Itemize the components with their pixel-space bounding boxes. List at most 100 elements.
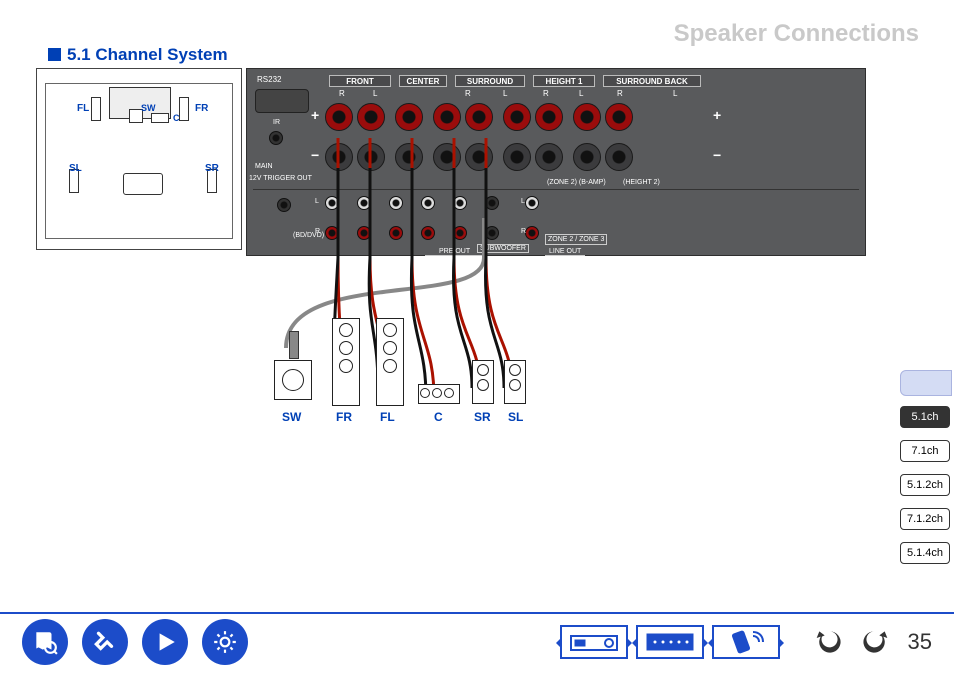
panel-rca-l2 <box>357 196 371 210</box>
settings-icon <box>212 629 238 655</box>
nav-undo-button[interactable] <box>814 626 846 658</box>
panel-label-l1: L <box>315 198 319 205</box>
panel-rca-z-l <box>525 196 539 210</box>
room-label-sr: SR <box>205 163 219 174</box>
panel-rs232-port <box>255 89 309 113</box>
speaker-sr <box>472 360 494 404</box>
panel-ir-jack <box>269 131 283 145</box>
spk-label-fr: FR <box>336 410 352 424</box>
jack-sb-r-neg <box>573 143 601 171</box>
spk-label-c: C <box>434 410 443 424</box>
speaker-fr <box>332 318 360 406</box>
polarity-plus-top-r: + <box>713 107 721 123</box>
section-title: 5.1 Channel System <box>48 45 228 65</box>
room-label-fl: FL <box>77 103 89 114</box>
room-label-sw: SW <box>141 103 156 113</box>
nav-redo-button[interactable] <box>858 626 890 658</box>
panel-rca-trigger <box>277 198 291 212</box>
speaker-sw <box>274 360 312 400</box>
tab-7-1ch[interactable]: 7.1ch <box>900 440 950 462</box>
polarity-minus-bottom: − <box>311 147 319 163</box>
tab-5-1ch[interactable]: 5.1ch <box>900 406 950 428</box>
spk-label-fl: FL <box>380 410 395 424</box>
panel-group-front: FRONT <box>329 75 391 87</box>
jack-sb-r-pos <box>573 103 601 131</box>
panel-label-zr: R <box>521 228 526 235</box>
panel-label-lineout: LINE OUT <box>545 248 585 256</box>
jack-h1-l-pos <box>535 103 563 131</box>
panel-rca-z-r <box>525 226 539 240</box>
panel-rca-r1 <box>325 226 339 240</box>
panel-rca-sw1 <box>485 196 499 210</box>
room-sofa <box>123 173 163 195</box>
panel-group-center: CENTER <box>399 75 447 87</box>
panel-rca-l1 <box>325 196 339 210</box>
jack-h1-r-neg <box>503 143 531 171</box>
panel-jack-row-negative <box>325 143 637 176</box>
panel-rca-r4 <box>421 226 435 240</box>
page-number: 35 <box>908 629 932 655</box>
speaker-c <box>418 384 460 404</box>
room-center-speaker <box>151 113 169 123</box>
channel-config-tabs: 5.1ch 7.1ch 5.1.2ch 7.1.2ch 5.1.4ch <box>900 370 954 576</box>
panel-label-zone2-preamp: (ZONE 2) (B-AMP) <box>547 179 606 186</box>
room-speaker-fl <box>91 97 101 121</box>
panel-label-rs232: RS232 <box>257 75 281 84</box>
remote-icon <box>721 630 771 654</box>
polarity-plus-top: + <box>311 107 319 123</box>
panel-label-r1: R <box>315 228 320 235</box>
panel-rca-r5 <box>453 226 467 240</box>
nav-device-front-button[interactable] <box>560 625 628 659</box>
page-header-title: Speaker Connections <box>674 20 919 48</box>
nav-settings-button[interactable] <box>202 619 248 665</box>
nav-cables-button[interactable] <box>82 619 128 665</box>
tab-7-1-2ch[interactable]: 7.1.2ch <box>900 508 950 530</box>
panel-label-zone2-zone3: ZONE 2 / ZONE 3 <box>545 234 607 245</box>
device-front-icon <box>569 630 619 654</box>
jack-front-l-pos <box>357 103 385 131</box>
panel-sub-l4: L <box>673 89 677 98</box>
panel-rca-sw2 <box>485 226 499 240</box>
jack-h1-r-pos <box>503 103 531 131</box>
jack-sb-l-neg <box>605 143 633 171</box>
play-icon <box>152 629 178 655</box>
redo-icon <box>863 631 887 652</box>
bottom-nav-bar: 35 <box>0 612 954 670</box>
panel-rca-l4 <box>421 196 435 210</box>
undo-icon <box>816 631 840 652</box>
panel-rca-r3 <box>389 226 403 240</box>
panel-bottom-strip: (BD/DVD) L R SUBWOOFER PRE OUT L R ZONE … <box>253 189 859 249</box>
jack-surr-r-pos <box>433 103 461 131</box>
panel-jack-row-positive <box>325 103 637 136</box>
nav-remote-button[interactable] <box>712 625 780 659</box>
spk-label-sl: SL <box>508 410 523 424</box>
jack-sb-l-pos <box>605 103 633 131</box>
jack-center-pos <box>395 103 423 131</box>
side-tab-indicator[interactable] <box>900 370 952 396</box>
panel-rca-l5 <box>453 196 467 210</box>
sw-plug-icon <box>289 331 299 359</box>
room-speaker-fr <box>179 97 189 121</box>
cables-icon <box>92 629 118 655</box>
device-rear-icon <box>645 630 695 654</box>
panel-sub-l3: L <box>579 89 583 98</box>
spk-label-sr: SR <box>474 410 491 424</box>
nav-manual-button[interactable] <box>22 619 68 665</box>
nav-play-button[interactable] <box>142 619 188 665</box>
panel-group-surround: SURROUND <box>455 75 525 87</box>
nav-device-rear-button[interactable] <box>636 625 704 659</box>
panel-label-height2: (HEIGHT 2) <box>623 179 660 186</box>
section-bullet <box>48 48 61 61</box>
tab-5-1-4ch[interactable]: 5.1.4ch <box>900 542 950 564</box>
receiver-back-panel: RS232 IR MAIN 12V TRIGGER OUT FRONT CENT… <box>246 68 866 256</box>
manual-icon <box>32 629 58 655</box>
jack-surr-l-pos <box>465 103 493 131</box>
jack-surr-r-neg <box>433 143 461 171</box>
tab-5-1-2ch[interactable]: 5.1.2ch <box>900 474 950 496</box>
panel-sub-r4: R <box>617 89 623 98</box>
jack-surr-l-neg <box>465 143 493 171</box>
panel-sub-r1: R <box>339 89 345 98</box>
panel-sub-l1: L <box>373 89 377 98</box>
room-label-c: C <box>173 113 180 123</box>
speaker-fl <box>376 318 404 406</box>
